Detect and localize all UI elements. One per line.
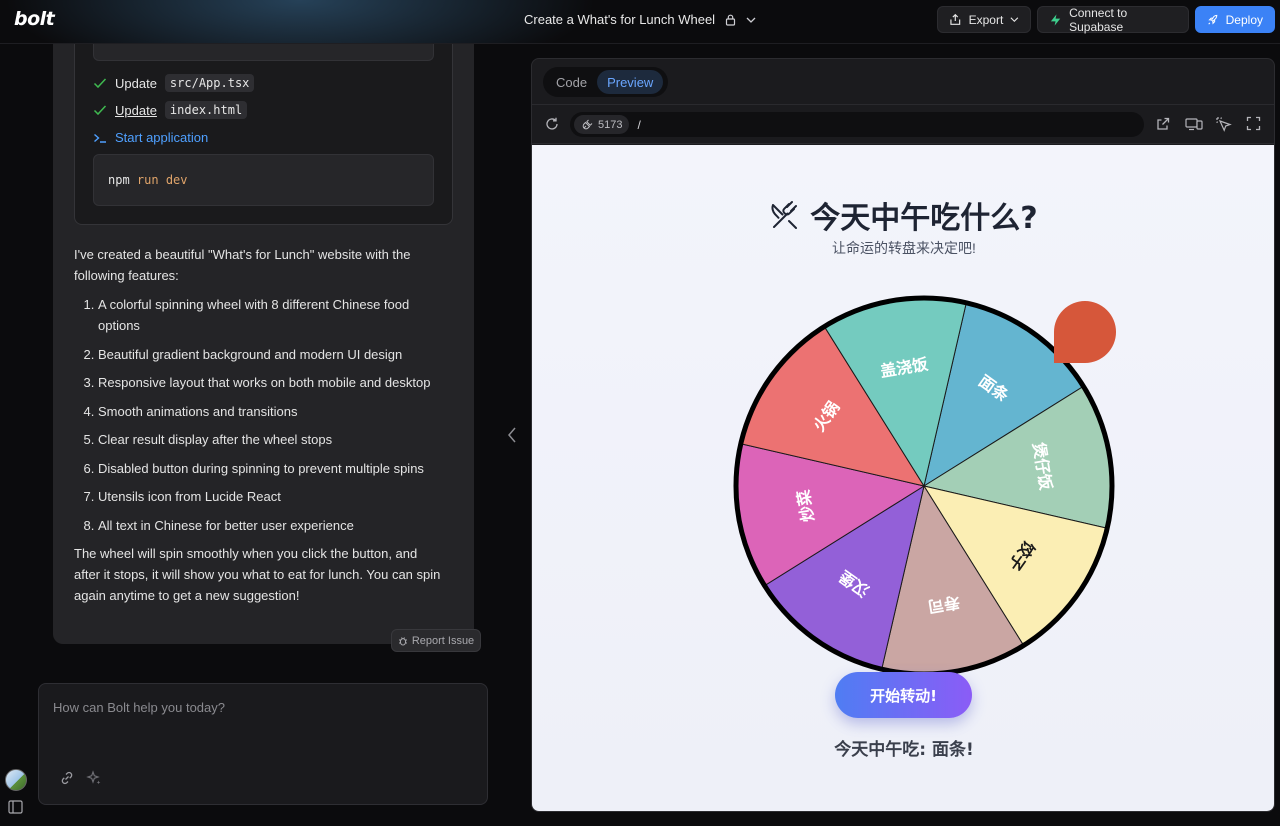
port-number: 5173 (598, 118, 623, 131)
export-button[interactable]: Export (937, 6, 1031, 33)
check-icon (93, 105, 107, 116)
url-bar[interactable]: 5173 / (570, 112, 1144, 137)
sidebar-toggle-icon[interactable] (8, 800, 23, 814)
reload-icon[interactable] (544, 116, 560, 132)
sparkles-icon[interactable] (86, 770, 102, 786)
connect-supabase-button[interactable]: Connect to Supabase (1037, 5, 1189, 34)
action-verb: Update (115, 75, 157, 91)
top-header: bolt Create a What's for Lunch Wheel Exp… (0, 0, 1280, 44)
chevron-left-icon[interactable] (506, 426, 518, 444)
inspector-cursor-icon[interactable] (1215, 116, 1232, 133)
action-start-application[interactable]: Start application (93, 130, 208, 145)
list-item: Utensils icon from Lucide React (98, 486, 444, 507)
supabase-icon (1050, 13, 1061, 26)
url-path: / (637, 117, 641, 132)
chevron-down-icon[interactable] (746, 16, 756, 24)
app-preview: 今天中午吃什么? 让命运的转盘来决定吧! 面条 煲仔饭 饺子 寿司 汉堡 炒菜 火锅 盖浇饭 … (532, 145, 1274, 811)
report-label: Report Issue (411, 634, 475, 647)
code-block-bottom (93, 44, 434, 61)
wheel-pointer (1054, 301, 1117, 363)
bolt-logo[interactable]: bolt (14, 8, 55, 30)
preview-toolbar: 5173 / (532, 104, 1274, 144)
rocket-icon (1208, 14, 1218, 25)
lock-icon (725, 14, 736, 26)
deploy-label: Deploy (1225, 12, 1263, 27)
assistant-message: Update src/App.tsx Update index.html Sta… (53, 44, 481, 652)
prompt-box (38, 683, 488, 805)
message-body: I've created a beautiful "What's for Lun… (74, 244, 444, 606)
list-item: Beautiful gradient background and modern… (98, 344, 444, 365)
file-chip[interactable]: index.html (164, 101, 248, 119)
list-item: Responsive layout that works on both mob… (98, 372, 444, 393)
message-outro: The wheel will spin smoothly when you cl… (74, 546, 441, 603)
plug-icon (582, 119, 593, 130)
external-link-icon[interactable] (1155, 116, 1171, 132)
list-item: All text in Chinese for better user expe… (98, 515, 444, 536)
tab-preview[interactable]: Preview (597, 70, 664, 94)
artifact-actions: Update src/App.tsx Update index.html Sta… (74, 44, 453, 225)
deploy-button[interactable]: Deploy (1195, 6, 1275, 33)
message-intro: I've created a beautiful "What's for Lun… (74, 247, 411, 283)
link-icon[interactable] (59, 770, 75, 786)
export-label: Export (968, 12, 1004, 27)
project-title[interactable]: Create a What's for Lunch Wheel (524, 12, 756, 27)
action-verb[interactable]: Update (115, 103, 157, 118)
list-item: Disabled button during spinning to preve… (98, 458, 444, 479)
command-block: npm run dev (93, 154, 434, 206)
list-item: A colorful spinning wheel with 8 differe… (98, 294, 444, 336)
bug-icon (398, 636, 407, 646)
supabase-label: Connect to Supabase (1069, 5, 1128, 34)
chevron-down-icon (1010, 17, 1019, 23)
feature-list: A colorful spinning wheel with 8 differe… (74, 294, 444, 536)
share-icon (950, 13, 961, 25)
start-label: Start application (115, 130, 209, 145)
check-icon (93, 78, 107, 89)
file-chip[interactable]: src/App.tsx (164, 74, 255, 92)
action-update-app: Update src/App.tsx (93, 74, 255, 92)
spin-button[interactable]: 开始转动! (835, 672, 972, 718)
report-issue-button[interactable]: Report Issue (391, 629, 481, 652)
prompt-input[interactable] (53, 700, 473, 760)
command-args: run dev (136, 173, 188, 187)
project-title-text: Create a What's for Lunch Wheel (524, 12, 716, 27)
utensils-crossed-icon (771, 201, 798, 229)
user-avatar[interactable] (5, 769, 27, 791)
app-title-text: 今天中午吃什么? (810, 201, 1038, 236)
app-subtitle: 让命运的转盘来决定吧! (832, 240, 976, 256)
workbench-panel: Code Preview 5173 / 今天中午吃什么? 让命运的转盘来决定吧!… (531, 58, 1275, 812)
result-text: 今天中午吃: 面条! (834, 740, 974, 760)
tab-code[interactable]: Code (546, 70, 597, 94)
fullscreen-icon[interactable] (1246, 116, 1261, 131)
list-item: Clear result display after the wheel sto… (98, 429, 444, 450)
command-name: npm (108, 173, 130, 187)
list-item: Smooth animations and transitions (98, 401, 444, 422)
terminal-icon (94, 133, 106, 143)
device-preview-icon[interactable] (1185, 116, 1203, 132)
app-title: 今天中午吃什么? (532, 193, 1274, 237)
port-selector[interactable]: 5173 (574, 115, 630, 134)
action-update-index: Update index.html (93, 101, 248, 119)
view-tabs: Code Preview (543, 67, 668, 97)
